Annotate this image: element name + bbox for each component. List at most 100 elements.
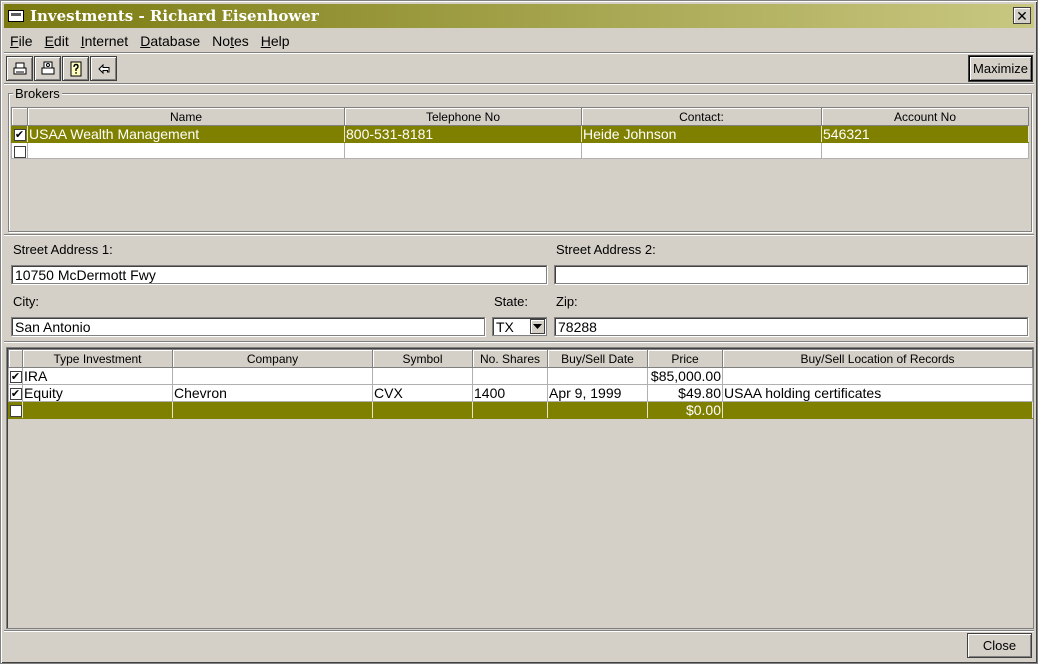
broker-name-cell[interactable]: USAA Wealth Management (27, 125, 345, 143)
company-cell[interactable] (172, 367, 373, 385)
row-checkbox-cell[interactable]: ✔ (11, 125, 28, 143)
type-cell[interactable] (22, 401, 173, 419)
city-input[interactable]: San Antonio (11, 317, 485, 336)
investments-divider (4, 341, 1034, 343)
menu-bar: File Edit Internet Database Notes Help (4, 30, 1034, 52)
broker-account-cell[interactable] (821, 142, 1029, 159)
row-checkbox-cell[interactable]: ✔ (8, 384, 23, 402)
symbol-cell[interactable] (372, 367, 473, 385)
state-label: State: (494, 294, 528, 309)
close-button[interactable]: Close (967, 633, 1032, 658)
help-icon (70, 61, 81, 76)
table-row[interactable]: $0.00 (8, 401, 1033, 419)
shares-cell[interactable] (472, 367, 548, 385)
price-cell[interactable]: $0.00 (647, 401, 723, 419)
type-cell[interactable]: IRA (22, 367, 173, 385)
column-header-symbol[interactable]: Symbol (372, 349, 473, 368)
investments-header-row: Type Investment Company Symbol No. Share… (8, 349, 1033, 368)
zip-label: Zip: (556, 294, 578, 309)
row-checkbox-cell[interactable]: ✔ (8, 367, 23, 385)
zip-input[interactable]: 78288 (554, 317, 1028, 336)
menu-divider (4, 52, 1034, 54)
row-checkbox[interactable] (13, 145, 26, 158)
type-cell[interactable]: Equity (22, 384, 173, 402)
symbol-cell[interactable] (372, 401, 473, 419)
window-title: Investments - Richard Eisenhower (30, 7, 319, 25)
state-value: TX (496, 319, 514, 335)
street1-label: Street Address 1: (13, 242, 113, 257)
shares-cell[interactable] (472, 401, 548, 419)
state-select[interactable]: TX (492, 317, 547, 336)
menu-file[interactable]: File (4, 33, 39, 49)
broker-phone-cell[interactable]: 800-531-8181 (344, 125, 582, 143)
back-arrow-icon (97, 63, 109, 74)
brokers-table: Name Telephone No Contact: Account No ✔ … (11, 107, 1029, 159)
toolbar-divider (4, 83, 1034, 85)
app-icon (8, 10, 24, 22)
investments-window: Investments - Richard Eisenhower ✕ File … (0, 0, 1038, 664)
company-cell[interactable]: Chevron (172, 384, 373, 402)
back-button[interactable] (90, 56, 117, 81)
column-header-company[interactable]: Company (172, 349, 373, 368)
broker-name-cell[interactable] (27, 142, 345, 159)
row-checkbox[interactable]: ✔ (13, 129, 26, 142)
row-checkbox-cell[interactable] (8, 401, 23, 419)
symbol-cell[interactable]: CVX (372, 384, 473, 402)
column-header-name[interactable]: Name (27, 107, 345, 126)
brokers-corner-header (11, 107, 28, 126)
window-close-button[interactable]: ✕ (1013, 7, 1031, 24)
price-cell[interactable]: $49.80 (647, 384, 723, 402)
company-cell[interactable] (172, 401, 373, 419)
street1-input[interactable]: 10750 McDermott Fwy (11, 265, 547, 284)
street2-input[interactable] (554, 265, 1028, 284)
column-header-account[interactable]: Account No (821, 107, 1029, 126)
menu-notes[interactable]: Notes (206, 33, 255, 49)
brokers-group-label: Brokers (13, 86, 62, 101)
menu-help[interactable]: Help (255, 33, 296, 49)
print-button[interactable] (6, 56, 33, 81)
column-header-telephone[interactable]: Telephone No (344, 107, 582, 126)
broker-contact-cell[interactable]: Heide Johnson (581, 125, 822, 143)
help-button[interactable] (62, 56, 89, 81)
table-row[interactable] (11, 142, 1029, 159)
broker-contact-cell[interactable] (581, 142, 822, 159)
location-cell[interactable] (722, 367, 1033, 385)
footer-divider (4, 630, 1034, 632)
state-dropdown-button[interactable] (530, 319, 545, 334)
maximize-button[interactable]: Maximize (969, 56, 1032, 81)
date-cell[interactable] (547, 367, 648, 385)
column-header-type[interactable]: Type Investment (22, 349, 173, 368)
price-cell[interactable]: $85,000.00 (647, 367, 723, 385)
row-checkbox[interactable] (9, 405, 22, 418)
brokers-header-row: Name Telephone No Contact: Account No (11, 107, 1029, 126)
table-row[interactable]: ✔ Equity Chevron CVX 1400 Apr 9, 1999 $4… (8, 384, 1033, 402)
print-preview-icon (41, 61, 54, 74)
row-checkbox-cell[interactable] (11, 142, 28, 159)
menu-internet[interactable]: Internet (75, 33, 134, 49)
print-icon (13, 62, 26, 74)
column-header-contact[interactable]: Contact: (581, 107, 822, 126)
column-header-price[interactable]: Price (647, 349, 723, 368)
menu-database[interactable]: Database (134, 33, 206, 49)
column-header-location[interactable]: Buy/Sell Location of Records (722, 349, 1033, 368)
row-checkbox[interactable]: ✔ (9, 388, 22, 401)
title-bar[interactable]: Investments - Richard Eisenhower ✕ (4, 4, 1034, 28)
broker-phone-cell[interactable] (344, 142, 582, 159)
date-cell[interactable] (547, 401, 648, 419)
investments-corner-header (8, 349, 23, 368)
menu-edit[interactable]: Edit (39, 33, 75, 49)
location-cell[interactable] (722, 401, 1033, 419)
column-header-date[interactable]: Buy/Sell Date (547, 349, 648, 368)
city-label: City: (13, 294, 39, 309)
print-preview-button[interactable] (34, 56, 61, 81)
investments-table: Type Investment Company Symbol No. Share… (8, 349, 1033, 419)
street2-label: Street Address 2: (556, 242, 656, 257)
table-row[interactable]: ✔ USAA Wealth Management 800-531-8181 He… (11, 125, 1029, 143)
row-checkbox[interactable]: ✔ (9, 371, 22, 384)
shares-cell[interactable]: 1400 (472, 384, 548, 402)
broker-account-cell[interactable]: 546321 (821, 125, 1029, 143)
location-cell[interactable]: USAA holding certificates (722, 384, 1033, 402)
column-header-shares[interactable]: No. Shares (472, 349, 548, 368)
table-row[interactable]: ✔ IRA $85,000.00 (8, 367, 1033, 385)
date-cell[interactable]: Apr 9, 1999 (547, 384, 648, 402)
